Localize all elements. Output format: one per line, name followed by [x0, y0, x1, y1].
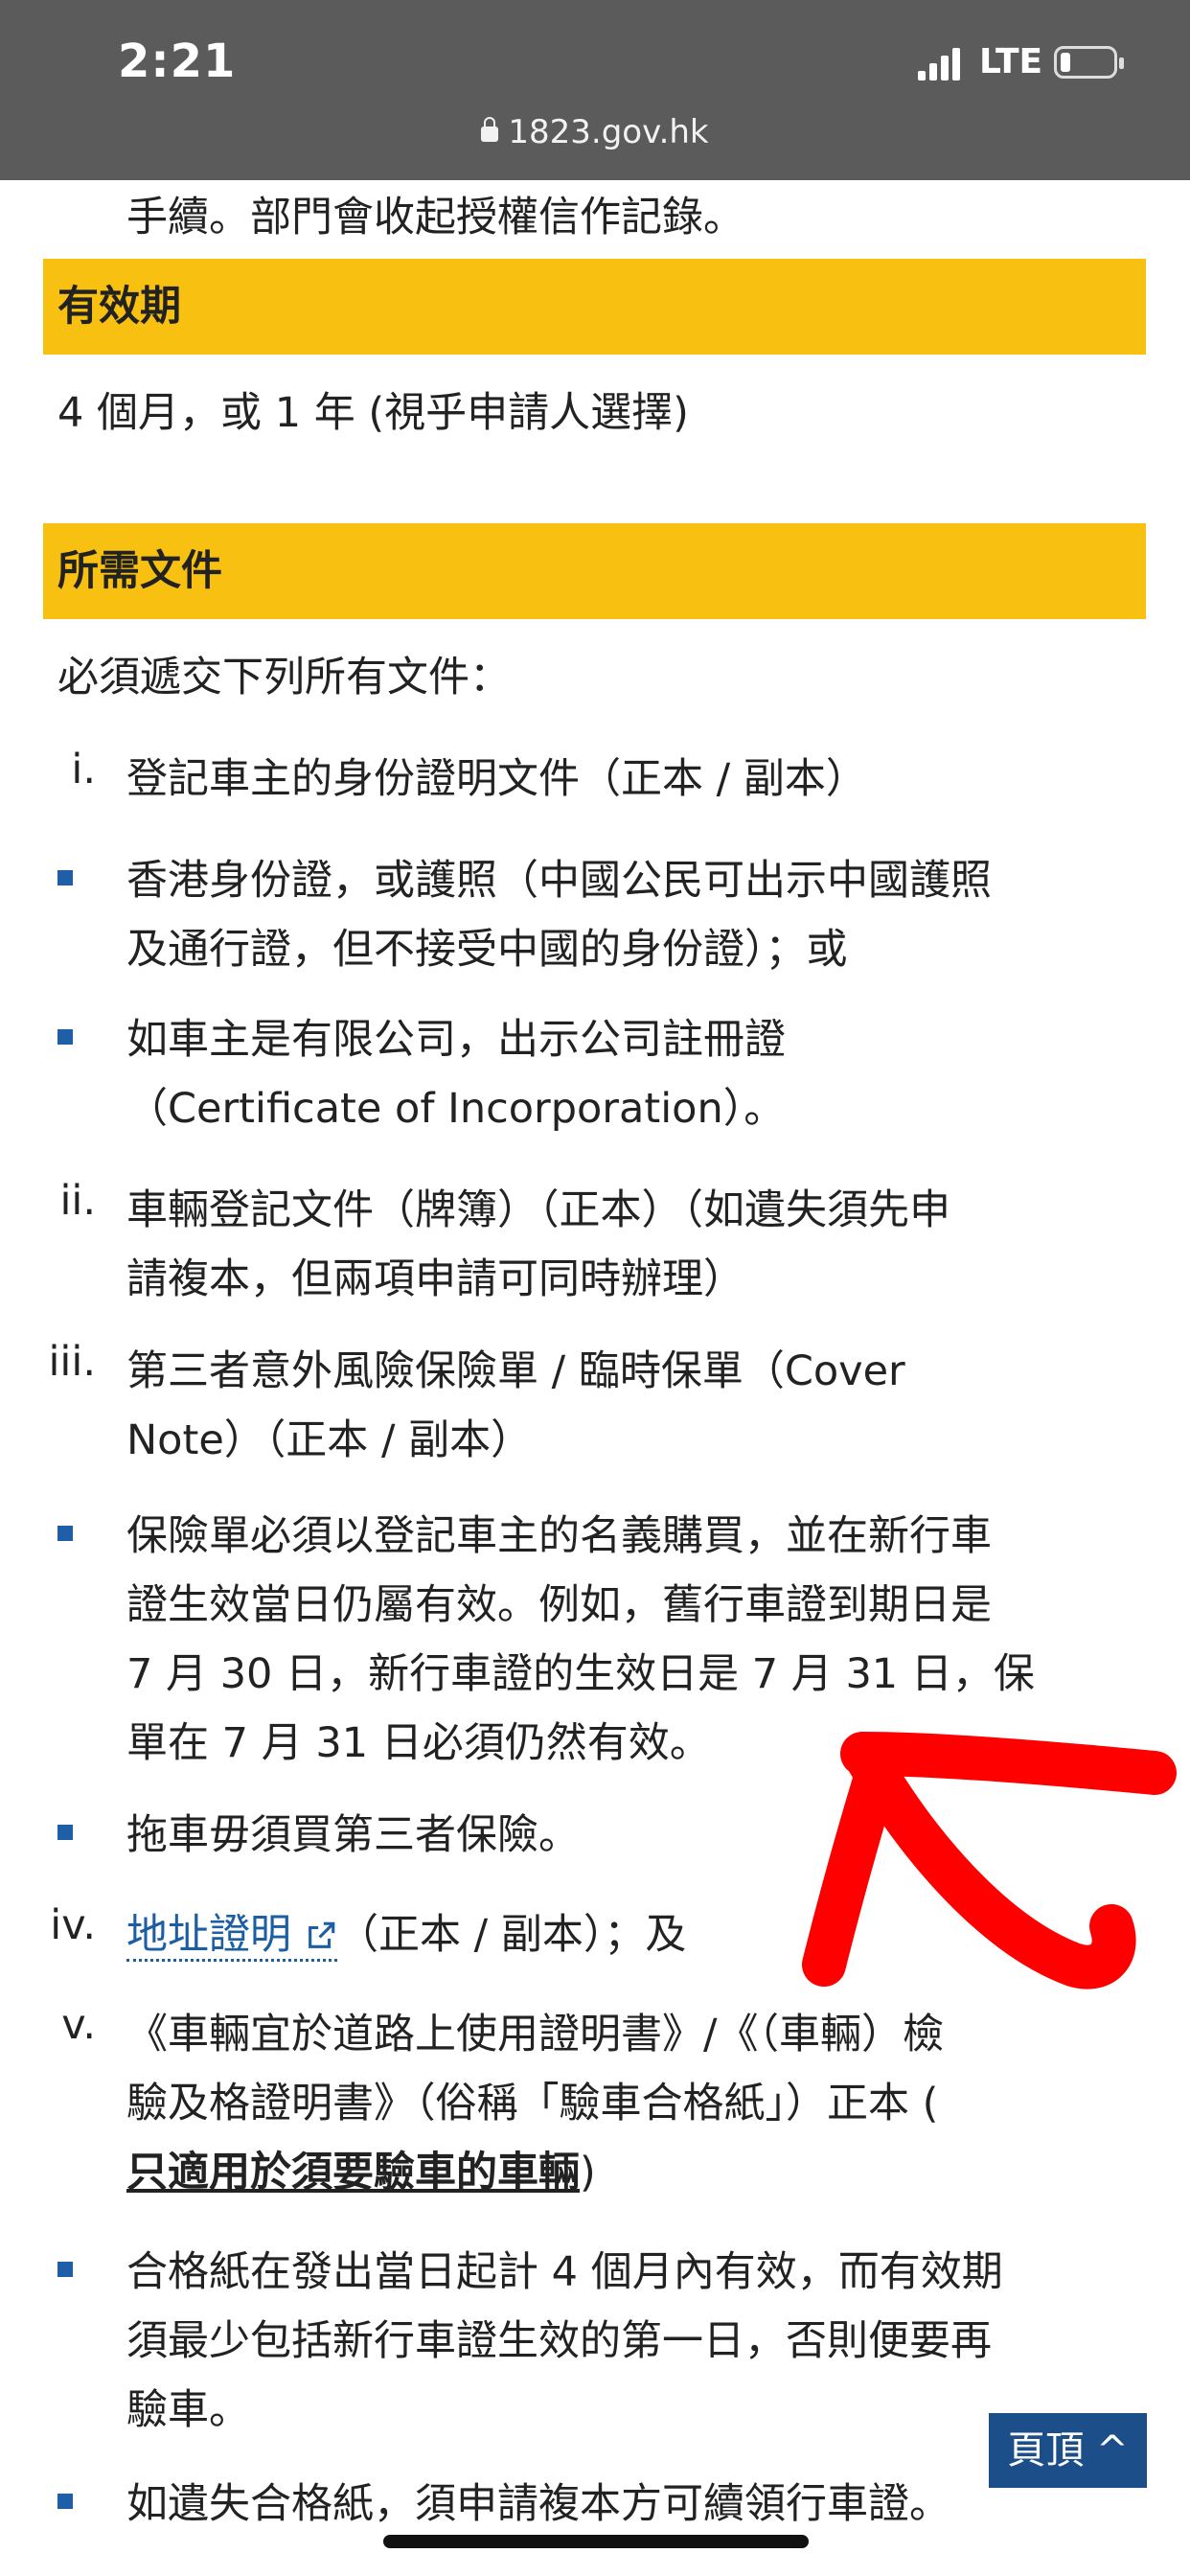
bullet-text: 合格紙在發出當日起計 4 個月內有效，而有效期	[126, 2248, 1003, 2296]
documents-intro: 必須遞交下列所有文件：	[57, 654, 511, 702]
bullet-text: 保險單必須以登記車主的名義購買，並在新行車	[126, 1512, 992, 1560]
bullet-text: 須最少包括新行車證生效的第一日，否則便要再	[126, 2317, 992, 2365]
bullet-text: 及通行證，但不接受中國的身份證）；或	[126, 926, 848, 974]
external-link-icon	[309, 1921, 335, 1948]
bullet-text: 拖車毋須買第三者保險。	[126, 1811, 580, 1859]
bullet-marker	[57, 1825, 73, 1840]
bullet-text: 驗車。	[126, 2386, 250, 2434]
list-number: ii.	[59, 1177, 96, 1225]
list-item-suffix: （正本 / 副本）；及	[337, 1911, 687, 1959]
bullet-marker	[57, 2262, 73, 2277]
list-number: i.	[71, 746, 96, 794]
list-item-text: 第三者意外風險保險單 / 臨時保單（Cover	[126, 1347, 905, 1395]
lock-icon	[481, 116, 499, 142]
home-indicator[interactable]	[383, 2535, 809, 2548]
closing-paren: )	[580, 2149, 596, 2196]
validity-heading: 有效期	[43, 259, 1146, 355]
bullet-text: 證生效當日仍屬有效。例如，舊行車證到期日是	[126, 1581, 992, 1629]
network-type: LTE	[979, 42, 1043, 81]
list-item-text: 地址證明 （正本 / 副本）；及	[126, 1901, 687, 1962]
bullet-marker	[57, 1029, 73, 1045]
address-bar[interactable]: 1823.gov.hk	[0, 113, 1190, 151]
list-item-text: Note）（正本 / 副本）	[126, 1416, 533, 1464]
documents-heading: 所需文件	[43, 523, 1146, 619]
back-to-top-button[interactable]: 頁頂 ^	[989, 2413, 1147, 2488]
bullet-marker	[57, 870, 73, 886]
bullet-marker	[57, 1526, 73, 1541]
link-label: 地址證明	[126, 1911, 291, 1959]
list-item-text: 驗及格證明書》（俗稱「驗車合格紙」）正本 (	[126, 2080, 939, 2128]
bullet-marker	[57, 2494, 73, 2509]
bullet-text: 7 月 30 日，新行車證的生效日是 7 月 31 日，保	[126, 1650, 1035, 1698]
bullet-text: 如遺失合格紙，須申請複本方可續領行車證。	[126, 2480, 950, 2528]
bullet-text: （Certificate of Incorporation）。	[126, 1085, 786, 1133]
continuation-text: 手續。部門會收起授權信作記錄。	[126, 194, 744, 242]
list-number: iv.	[50, 1901, 96, 1949]
list-item-text: 登記車主的身份證明文件（正本 / 副本）	[126, 755, 867, 803]
list-item-text: 請複本，但兩項申請可同時辦理）	[126, 1255, 744, 1303]
bullet-text: 香港身份證，或護照（中國公民可出示中國護照	[126, 857, 992, 905]
signal-icon	[918, 48, 964, 80]
address-proof-link[interactable]: 地址證明	[126, 1911, 337, 1962]
list-number: iii.	[48, 1338, 96, 1386]
validity-text: 4 個月，或 1 年 (視乎申請人選擇)	[57, 389, 689, 437]
bullet-text: 單在 7 月 31 日必須仍然有效。	[126, 1719, 711, 1767]
list-item-text: 只適用於須要驗車的車輛)	[126, 2139, 596, 2198]
clock: 2:21	[118, 34, 237, 88]
list-item-text: 車輛登記文件（牌簿）（正本）（如遺失須先申	[126, 1186, 950, 1234]
bullet-text: 如車主是有限公司，出示公司註冊證	[126, 1016, 786, 1064]
battery-icon	[1054, 46, 1124, 79]
emphasis-text: 只適用於須要驗車的車輛	[126, 2149, 580, 2196]
list-item-text: 《車輛宜於道路上使用證明書》/《（車輛）檢	[126, 2011, 944, 2058]
list-number: v.	[61, 2001, 96, 2049]
url-text: 1823.gov.hk	[508, 113, 709, 151]
status-bar: 2:21 LTE 1823.gov.hk	[0, 0, 1190, 180]
